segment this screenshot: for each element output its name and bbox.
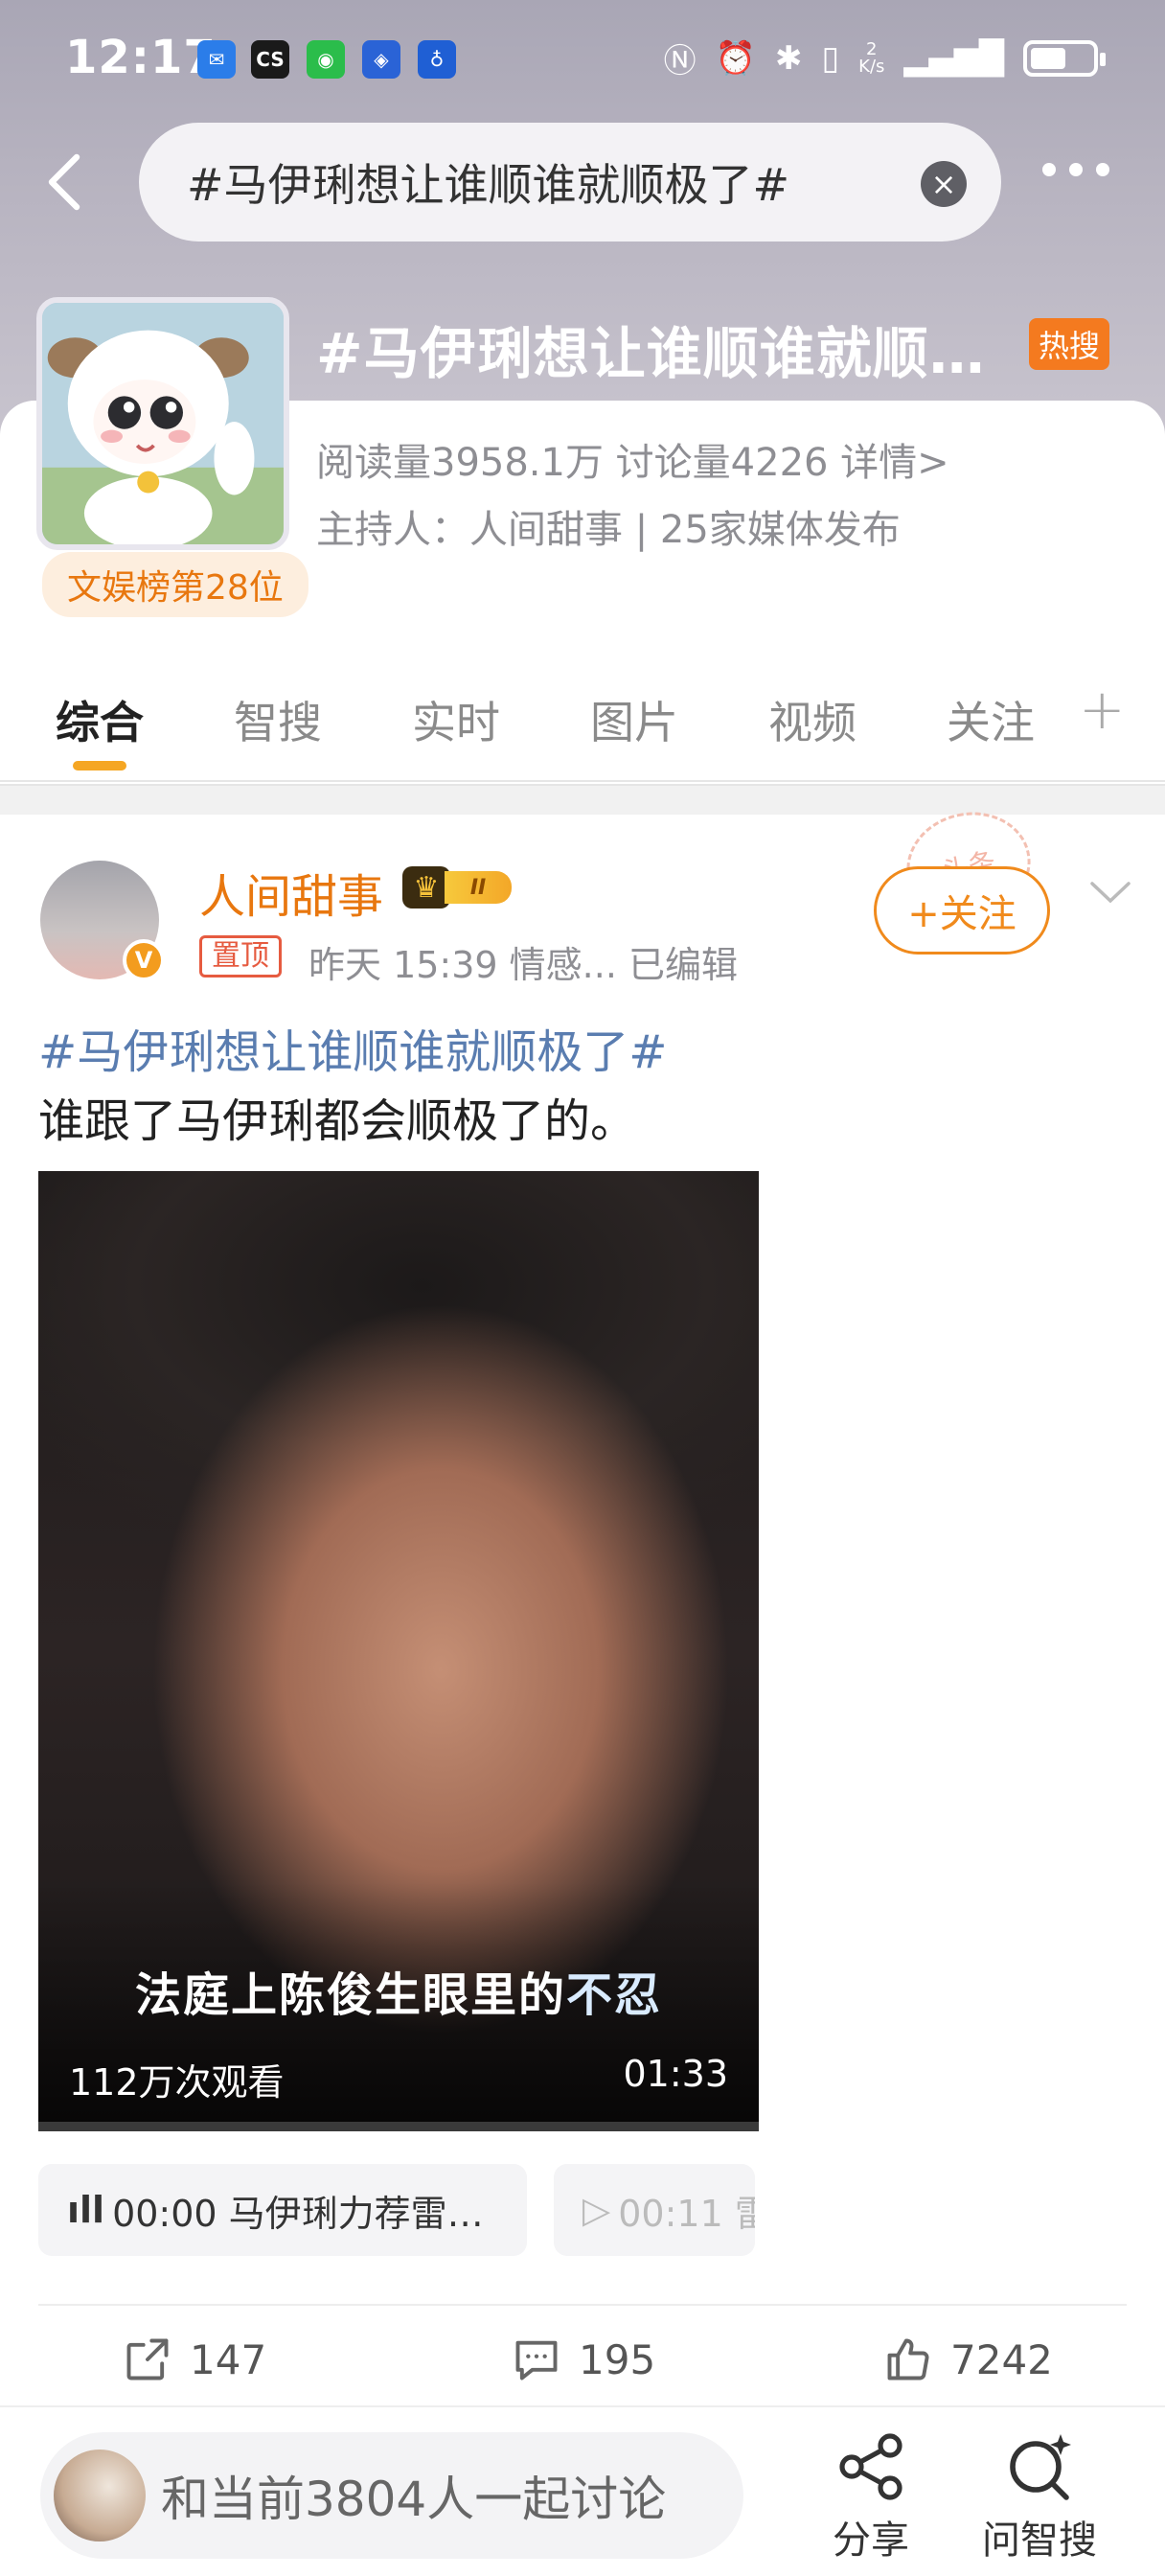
- play-icon: ▷: [582, 2189, 611, 2231]
- add-tab-button[interactable]: +: [1079, 677, 1126, 742]
- tab-realtime[interactable]: 实时: [412, 688, 500, 751]
- status-bar: 12:17 ✉ CS ◉ ◈ ♁ Ⓝ ⏰ ✱ ▯ 2 K/s ▂▄▆█: [0, 0, 1165, 115]
- net-speed: 2 K/s: [858, 38, 885, 77]
- bulb-app-icon: ♁: [418, 40, 456, 79]
- alarm-icon: ⏰: [715, 38, 756, 78]
- video-views: 112万次观看: [69, 2061, 285, 2104]
- topic-stats[interactable]: 阅读量3958.1万 讨论量4226 详情>: [316, 431, 949, 487]
- pinned-badge: 置顶: [199, 935, 282, 978]
- clear-search-button[interactable]: ×: [921, 161, 967, 207]
- repost-icon: [126, 2338, 169, 2380]
- comment-action[interactable]: 195: [512, 2331, 655, 2388]
- verified-icon: V: [123, 939, 165, 981]
- tab-smart-search[interactable]: 智搜: [234, 688, 322, 751]
- video-caption: 法庭上陈俊生眼里的不忍: [38, 1957, 759, 2024]
- vibrate-icon: ▯: [821, 38, 840, 78]
- chevron-down-icon[interactable]: [1086, 874, 1134, 912]
- share-label: 分享: [833, 2518, 909, 2563]
- vip-badge[interactable]: ♛ II: [402, 866, 521, 908]
- video-chapter-chip[interactable]: ▷ 00:11 雷: [554, 2164, 755, 2256]
- share-icon: [839, 2433, 902, 2500]
- chip-label: 00:00 马伊琍力荐雷…: [112, 2192, 484, 2235]
- video-duration: 01:33: [623, 2053, 728, 2095]
- bluetooth-icon: ✱: [774, 38, 803, 78]
- wechat-icon: ◉: [307, 40, 345, 79]
- video-progress-bar[interactable]: [38, 2122, 759, 2131]
- comment-icon: [515, 2340, 558, 2380]
- video-caption-main: 法庭上陈俊生眼里的: [134, 1968, 566, 2022]
- follow-button[interactable]: +关注: [874, 866, 1050, 954]
- like-action[interactable]: 7242: [883, 2331, 1053, 2388]
- discuss-input[interactable]: 和当前3804人一起讨论: [40, 2432, 743, 2559]
- topic-host: 主持人：人间甜事 | 25家媒体发布: [316, 508, 901, 552]
- back-button[interactable]: [42, 144, 100, 220]
- status-icons: Ⓝ ⏰ ✱ ▯ 2 K/s ▂▄▆█: [663, 34, 1106, 81]
- tab-images[interactable]: 图片: [590, 688, 678, 751]
- video-player[interactable]: 法庭上陈俊生眼里的不忍 112万次观看 01:33: [38, 1171, 759, 2131]
- share-count: 147: [190, 2335, 267, 2383]
- section-divider: [0, 784, 1165, 815]
- ask-label: 问智搜: [982, 2518, 1097, 2563]
- active-tab-indicator: [73, 761, 126, 770]
- comment-count: 195: [579, 2335, 656, 2383]
- hot-badge: 热搜: [1029, 318, 1110, 370]
- chip-label: 00:11 雷: [618, 2192, 755, 2235]
- post-text: 谁跟了马伊琍都会顺极了的。: [38, 1094, 637, 1148]
- topic-title: #马伊琍想让谁顺谁就顺…: [316, 321, 986, 386]
- user-avatar: [54, 2450, 146, 2542]
- share-button[interactable]: 分享: [809, 2428, 933, 2564]
- mail-app-icon: ✉: [197, 40, 236, 79]
- smart-search-icon: [1010, 2434, 1071, 2500]
- tab-videos[interactable]: 视频: [768, 688, 857, 751]
- share-action[interactable]: 147: [123, 2331, 266, 2388]
- topic-avatar: [36, 297, 289, 550]
- sheep-cartoon-icon: [42, 303, 284, 544]
- author-name[interactable]: 人间甜事: [199, 859, 383, 926]
- ask-smart-search-button[interactable]: 问智搜: [977, 2428, 1102, 2564]
- video-caption-highlight: 不忍: [566, 1968, 663, 2022]
- more-options-button[interactable]: [1042, 163, 1109, 176]
- signal-icon: ▂▄▆█: [903, 38, 1004, 78]
- nfc-icon: Ⓝ: [663, 42, 697, 80]
- battery-icon: [1023, 39, 1106, 77]
- blue-app-icon: ◈: [362, 40, 400, 79]
- search-query: #马伊琍想让谁顺谁就顺极了#: [187, 159, 790, 211]
- video-chapter-chip[interactable]: ıll 00:00 马伊琍力荐雷…: [38, 2164, 527, 2256]
- post-hashtag[interactable]: #马伊琍想让谁顺谁就顺极了#: [38, 1014, 667, 1081]
- tab-following[interactable]: 关注: [947, 688, 1035, 751]
- status-time: 12:17: [65, 31, 217, 84]
- like-count: 7242: [950, 2335, 1053, 2383]
- crown-icon: ♛: [402, 866, 450, 908]
- discuss-placeholder: 和当前3804人一起讨论: [161, 2472, 667, 2527]
- bottom-bar: 和当前3804人一起讨论 分享 问智搜: [0, 2405, 1165, 2576]
- audio-bars-icon: ıll: [67, 2189, 105, 2231]
- rank-badge[interactable]: 文娱榜第28位: [42, 552, 308, 617]
- divider: [38, 2304, 1127, 2306]
- back-arrow-icon: [48, 153, 80, 211]
- thumbs-up-icon: [887, 2338, 929, 2380]
- post-meta: 昨天 15:39 情感... 已编辑: [308, 944, 738, 986]
- tab-comprehensive[interactable]: 综合: [56, 688, 144, 751]
- vip-level: II: [445, 871, 512, 904]
- tab-bar: 综合 智搜 实时 图片 视频 关注 +: [0, 652, 1165, 782]
- cs-app-icon: CS: [251, 40, 289, 79]
- search-input[interactable]: #马伊琍想让谁顺谁就顺极了# ×: [139, 123, 1001, 242]
